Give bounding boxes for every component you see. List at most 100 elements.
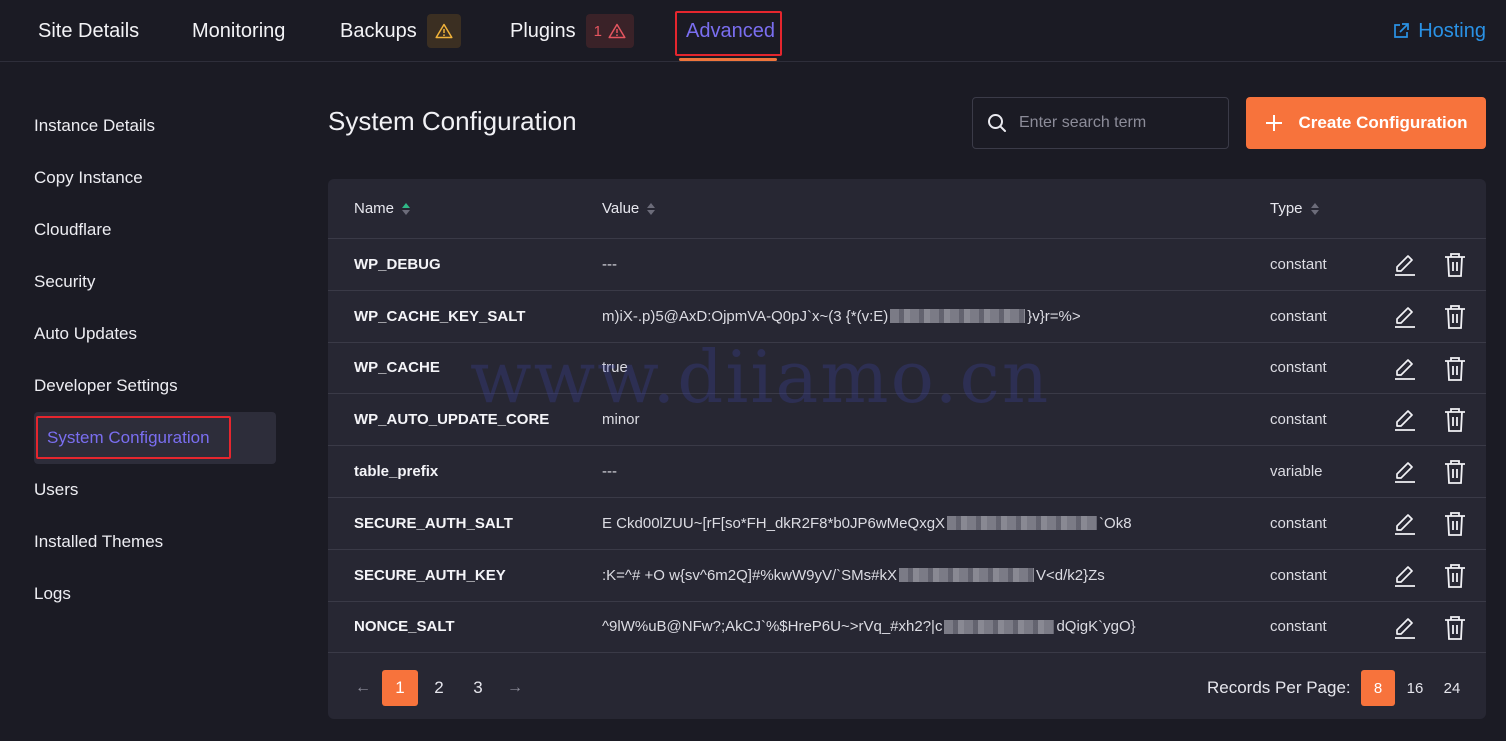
delete-button[interactable] xyxy=(1441,614,1469,642)
edit-button[interactable] xyxy=(1391,614,1419,642)
sidebar-item-label: Cloudflare xyxy=(34,220,112,239)
sidebar-item-copy-instance[interactable]: Copy Instance xyxy=(34,152,276,204)
sidebar-item-logs[interactable]: Logs xyxy=(34,568,276,620)
page-button[interactable]: 3 xyxy=(460,670,496,706)
search-icon xyxy=(988,114,1006,132)
sidebar-item-label: Installed Themes xyxy=(34,532,164,551)
plugins-warning-count: 1 xyxy=(593,22,602,40)
tab-monitoring[interactable]: Monitoring xyxy=(192,0,285,62)
config-value: E Ckd00lZUU~[rF[so*FH_dkR2F8*b0JP6wMeQxg… xyxy=(602,498,1132,549)
config-value-text: ^9lW%uB@NFw?;AkCJ`%$HreP6U~>rVq_#xh2?|c xyxy=(602,618,943,636)
configuration-table: Name Value Type WP_DEBUG --- constant WP… xyxy=(328,179,1486,719)
sidebar-item-auto-updates[interactable]: Auto Updates xyxy=(34,308,276,360)
hosting-link[interactable]: Hosting xyxy=(1392,0,1486,62)
page-button[interactable]: 1 xyxy=(382,670,418,706)
search-box[interactable] xyxy=(972,97,1229,149)
tab-label: Plugins xyxy=(510,19,576,42)
column-header-type[interactable]: Type xyxy=(1270,200,1319,217)
tab-site-details[interactable]: Site Details xyxy=(38,0,139,62)
config-value-text: true xyxy=(602,359,628,377)
page-button[interactable]: 2 xyxy=(421,670,457,706)
sidebar-item-system-configuration[interactable]: System Configuration xyxy=(34,412,276,464)
redacted-blur xyxy=(899,568,1034,583)
tab-label: Site Details xyxy=(38,19,140,42)
tab-backups[interactable]: Backups xyxy=(340,0,461,62)
pencil-icon xyxy=(1395,617,1415,639)
create-configuration-button[interactable]: Create Configuration xyxy=(1246,97,1486,149)
config-type: constant xyxy=(1270,514,1327,532)
tab-label: Backups xyxy=(340,19,417,42)
trash-icon xyxy=(1445,512,1465,536)
edit-button[interactable] xyxy=(1391,406,1419,434)
pencil-icon xyxy=(1395,514,1415,535)
edit-button[interactable] xyxy=(1391,251,1419,279)
config-type: constant xyxy=(1270,411,1327,429)
plugins-warning-badge: 1 xyxy=(585,14,634,48)
edit-button[interactable] xyxy=(1391,303,1419,331)
delete-button[interactable] xyxy=(1441,303,1469,331)
config-type: constant xyxy=(1270,359,1327,377)
tab-active-indicator xyxy=(679,58,777,61)
pencil-icon xyxy=(1395,462,1415,484)
sidebar-item-cloudflare[interactable]: Cloudflare xyxy=(34,204,276,256)
sidebar-item-label: Logs xyxy=(34,584,71,603)
sidebar-item-label: Security xyxy=(34,272,96,291)
delete-button[interactable] xyxy=(1441,251,1469,279)
create-configuration-label: Create Configuration xyxy=(1298,113,1468,132)
config-value-text: --- xyxy=(602,463,617,481)
config-type: constant xyxy=(1270,618,1327,636)
column-header-label: Type xyxy=(1270,200,1303,217)
delete-button[interactable] xyxy=(1441,406,1469,434)
redacted-blur xyxy=(944,619,1055,634)
per-page-option[interactable]: 24 xyxy=(1435,670,1469,706)
edit-button[interactable] xyxy=(1391,458,1419,486)
config-name: SECURE_AUTH_KEY xyxy=(354,566,506,584)
trash-icon xyxy=(1445,408,1465,433)
sidebar-item-developer-settings[interactable]: Developer Settings xyxy=(34,360,276,412)
config-value-text: m)iX-.p)5@AxD:OjpmVA-Q0pJ`x~(3 {*(v:E) xyxy=(602,307,889,325)
trash-icon xyxy=(1445,563,1465,588)
trash-icon xyxy=(1445,356,1465,381)
sidebar-item-installed-themes[interactable]: Installed Themes xyxy=(34,516,276,568)
sidebar-item-instance-details[interactable]: Instance Details xyxy=(34,100,276,152)
trash-icon xyxy=(1445,460,1465,485)
table-body: WP_DEBUG --- constant WP_CACHE_KEY_SALT … xyxy=(328,239,1486,654)
sort-icon xyxy=(647,202,656,215)
next-page-button[interactable]: → xyxy=(497,670,533,706)
column-header-value[interactable]: Value xyxy=(602,200,656,217)
delete-button[interactable] xyxy=(1441,458,1469,486)
table-row: table_prefix --- variable xyxy=(328,446,1486,498)
trash-icon xyxy=(1445,304,1465,329)
sidebar-item-label: Instance Details xyxy=(34,116,155,135)
sidebar-item-label: Users xyxy=(34,480,79,499)
trash-icon xyxy=(1445,253,1465,277)
sidebar-item-users[interactable]: Users xyxy=(34,464,276,516)
config-type: constant xyxy=(1270,255,1327,273)
edit-button[interactable] xyxy=(1391,355,1419,383)
table-row: SECURE_AUTH_KEY :K=^# +O w{sv^6m2Q]#%kwW… xyxy=(328,550,1486,602)
delete-button[interactable] xyxy=(1441,355,1469,383)
column-header-name[interactable]: Name xyxy=(354,200,411,217)
table-row: WP_DEBUG --- constant xyxy=(328,239,1486,291)
edit-button[interactable] xyxy=(1391,562,1419,590)
search-input[interactable] xyxy=(1019,114,1209,132)
hosting-label: Hosting xyxy=(1418,19,1486,42)
per-page-option[interactable]: 8 xyxy=(1361,670,1395,706)
tab-highlight-box xyxy=(675,11,782,56)
top-nav: Site Details Monitoring Backups Plugins … xyxy=(0,0,1506,62)
sidebar-item-security[interactable]: Security xyxy=(34,256,276,308)
sort-icon xyxy=(1310,202,1319,215)
config-name: WP_CACHE xyxy=(354,359,440,377)
per-page-option[interactable]: 16 xyxy=(1398,670,1432,706)
tab-plugins[interactable]: Plugins 1 xyxy=(510,0,634,62)
config-value: ^9lW%uB@NFw?;AkCJ`%$HreP6U~>rVq_#xh2?|c d… xyxy=(602,602,1136,653)
tab-label: Monitoring xyxy=(192,19,286,42)
delete-button[interactable] xyxy=(1441,562,1469,590)
redacted-blur xyxy=(890,309,1026,324)
config-value: :K=^# +O w{sv^6m2Q]#%kwW9yV/`SMs#kX V<d/k… xyxy=(602,550,1105,601)
edit-button[interactable] xyxy=(1391,510,1419,538)
config-name: NONCE_SALT xyxy=(354,618,455,636)
delete-button[interactable] xyxy=(1441,510,1469,538)
prev-page-button[interactable]: ← xyxy=(345,670,381,706)
config-value: true xyxy=(602,343,628,394)
